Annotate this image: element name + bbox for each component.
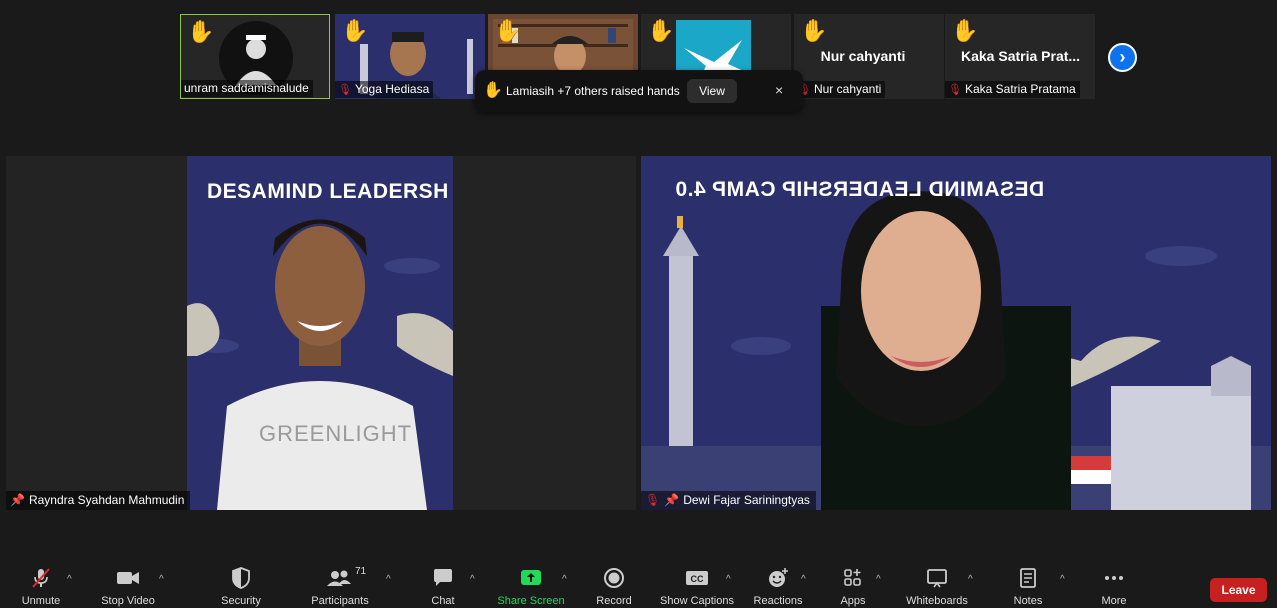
- apps-options-caret[interactable]: ^: [876, 574, 881, 585]
- svg-text:CC: CC: [691, 574, 704, 584]
- share-screen-icon: [496, 566, 566, 590]
- video-camera-icon: [95, 566, 161, 590]
- whiteboards-button[interactable]: Whiteboards: [902, 566, 972, 608]
- video-feed: [641, 156, 1271, 510]
- participant-name: 🎙 Kaka Satria Pratama: [945, 81, 1080, 98]
- more-icon: [1092, 566, 1136, 590]
- raised-hands-notification: ✋ Lamiasih +7 others raised hands View ×: [475, 70, 803, 112]
- mic-muted-icon: [14, 566, 68, 590]
- banner-text: DESAMIND LEADERSHIP CAMP 4.0: [675, 178, 1045, 201]
- pin-icon: 📌: [664, 493, 680, 507]
- participant-thumb-5[interactable]: ✋ Nur cahyanti 🎙 Nur cahyanti: [794, 14, 944, 99]
- raised-hand-icon: ✋: [800, 18, 828, 43]
- video-tile-2[interactable]: DESAMIND LEADERSHIP CAMP 4.0 🎙 📌 Dewi Faja…: [641, 156, 1271, 510]
- reactions-options-caret[interactable]: ^: [801, 574, 806, 585]
- raised-hands-text: Lamiasih +7 others raised hands: [506, 84, 680, 98]
- chat-icon: [424, 566, 462, 590]
- participant-display-name: Nur cahyanti: [820, 48, 906, 64]
- reactions-button[interactable]: Reactions: [752, 566, 804, 608]
- raised-hand-icon: ✋: [494, 18, 522, 43]
- raised-hand-icon: ✋: [483, 82, 503, 99]
- share-screen-button[interactable]: Share Screen: [496, 566, 566, 608]
- participants-options-caret[interactable]: ^: [386, 574, 391, 585]
- close-icon[interactable]: ×: [775, 82, 783, 98]
- leave-button[interactable]: Leave: [1210, 578, 1267, 602]
- notes-icon: [1006, 566, 1050, 590]
- more-button[interactable]: More: [1092, 566, 1136, 608]
- apps-icon: [834, 566, 872, 590]
- reactions-icon: [752, 566, 804, 590]
- participant-name: 📌 Rayndra Syahdan Mahmudin: [6, 491, 191, 510]
- view-button[interactable]: View: [687, 79, 737, 103]
- participants-icon: 71: [306, 566, 374, 590]
- mic-muted-icon: 🎙: [948, 84, 962, 96]
- unmute-button[interactable]: Unmute: [14, 566, 68, 608]
- participant-thumb-6[interactable]: ✋ Kaka Satria Prat... 🎙 Kaka Satria Prata…: [945, 14, 1095, 99]
- unmute-options-caret[interactable]: ^: [67, 574, 72, 585]
- video-options-caret[interactable]: ^: [159, 574, 164, 585]
- captions-options-caret[interactable]: ^: [726, 574, 731, 585]
- participants-count: 71: [355, 566, 367, 577]
- participants-button[interactable]: 71 Participants: [306, 566, 374, 608]
- record-icon: [592, 566, 636, 590]
- stop-video-button[interactable]: Stop Video: [95, 566, 161, 608]
- whiteboard-icon: [902, 566, 972, 590]
- apps-button[interactable]: Apps: [834, 566, 872, 608]
- raised-hand-icon: ✋: [647, 18, 675, 43]
- video-feed: DESAMIND LEADERSH GREENLIGHT: [187, 156, 453, 510]
- participant-name: unram saddamisnalude: [181, 80, 313, 97]
- next-page-button[interactable]: ›: [1108, 43, 1137, 72]
- raised-hand-icon: ✋: [187, 19, 215, 44]
- participant-name: 🎙 Nur cahyanti: [794, 81, 886, 98]
- chat-options-caret[interactable]: ^: [470, 574, 475, 585]
- raised-hand-icon: ✋: [341, 18, 369, 43]
- participant-name: 🎙 Yoga Hediasa: [335, 81, 434, 98]
- shield-icon: [217, 566, 265, 590]
- chevron-right-icon: ›: [1119, 47, 1126, 67]
- security-button[interactable]: Security: [217, 566, 265, 608]
- record-button[interactable]: Record: [592, 566, 636, 608]
- notes-button[interactable]: Notes: [1006, 566, 1050, 608]
- pin-icon: 📌: [10, 493, 25, 507]
- share-options-caret[interactable]: ^: [562, 574, 567, 585]
- mic-muted-icon: 🎙: [338, 84, 352, 96]
- mic-muted-icon: 🎙: [645, 493, 661, 507]
- whiteboards-options-caret[interactable]: ^: [968, 574, 973, 585]
- participant-thumb-2[interactable]: ✋ 🎙 Yoga Hediasa: [335, 14, 485, 99]
- shirt-text: GREENLIGHT: [259, 421, 413, 446]
- raised-hand-icon: ✋: [951, 18, 979, 43]
- chat-button[interactable]: Chat: [424, 566, 462, 608]
- participant-display-name: Kaka Satria Prat...: [961, 48, 1081, 64]
- participant-name: 🎙 📌 Dewi Fajar Sariningtyas: [641, 491, 816, 510]
- participant-thumb-1[interactable]: ✋ unram saddamisnalude: [180, 14, 330, 99]
- show-captions-button[interactable]: CC Show Captions: [656, 566, 738, 608]
- video-tile-1[interactable]: DESAMIND LEADERSH GREENLIGHT 📌 Rayndra Sy…: [6, 156, 636, 510]
- notes-options-caret[interactable]: ^: [1060, 574, 1065, 585]
